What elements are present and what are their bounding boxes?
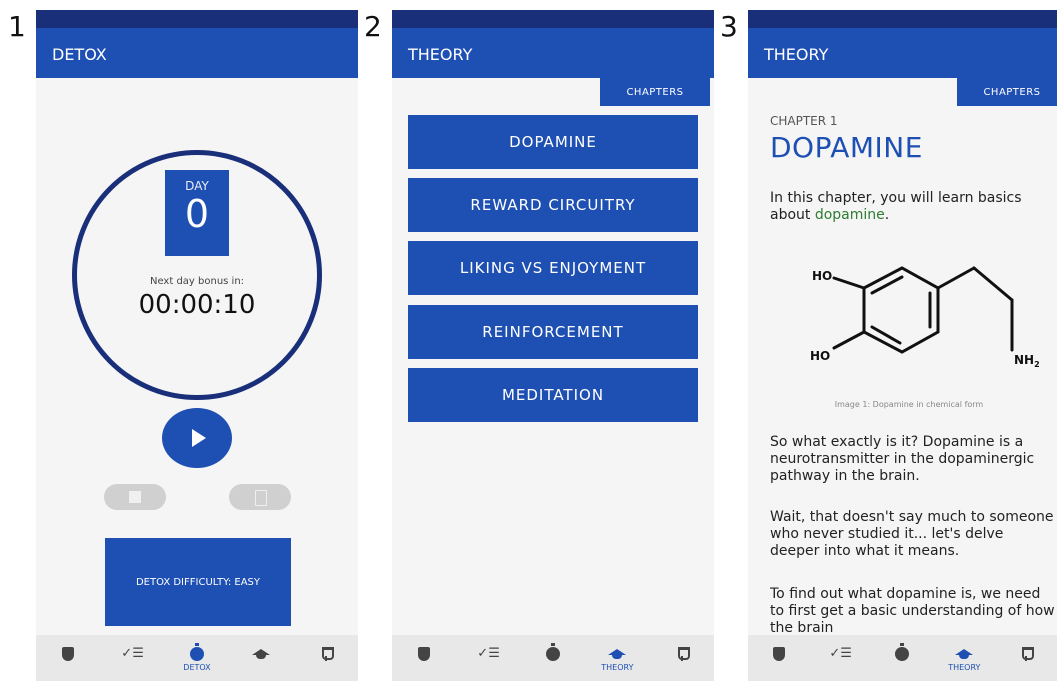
dopamine-molecule-diagram: HO HO NH2 [810,266,1040,369]
nav-item-shield[interactable] [399,647,449,661]
nh-label: NH [1014,353,1034,367]
shield-icon [772,647,785,661]
nav-item-detox[interactable] [528,643,578,661]
nav-item-theory[interactable]: THEORY [592,647,642,672]
shield-icon [62,647,75,661]
body-paragraph: Wait, that doesn't say much to someone w… [770,509,1054,559]
difficulty-button[interactable]: DETOX DIFFICULTY: EASY [105,538,291,626]
checklist-icon: ✓☰ [477,646,500,661]
chapter-button-reward-circuitry[interactable]: REWARD CIRCUITRY [408,178,698,232]
nav-item-shield[interactable] [754,647,804,661]
status-bar [392,10,714,28]
nav-item-checklist[interactable]: ✓☰ [108,647,158,661]
app-bar-title: THEORY [748,28,1057,78]
nav-item-detox[interactable] [877,643,927,661]
shield-icon [418,647,431,661]
status-bar [36,10,358,28]
intro-suffix: . [884,207,890,223]
ho-bottom-label: HO [810,349,830,363]
dopamine-link[interactable]: dopamine [815,207,885,223]
chapter-number: CHAPTER 1 [770,114,838,128]
countdown-timer: 00:00:10 [138,290,256,320]
timer-icon [895,643,910,661]
panel-number-1: 1 [8,10,26,43]
body-paragraph: To find out what dopamine is, we need to… [770,586,1055,636]
nav-item-detox[interactable]: DETOX [172,643,222,672]
nav-item-trophy[interactable] [301,647,351,661]
panel-number-3: 3 [720,10,738,43]
day-label: DAY [185,179,209,193]
nav-item-theory[interactable]: THEORY [939,647,989,672]
app-bar-title: THEORY [392,28,714,78]
chapters-tab[interactable]: CHAPTERS [957,78,1057,106]
stop-button[interactable] [104,484,166,510]
chapter-button-meditation[interactable]: MEDITATION [408,368,698,422]
trophy-icon [1021,647,1035,661]
ho-top-label: HO [812,269,832,283]
phone-screen-detox: DETOX DAY 0 Next day bonus in: 00:00:10 … [36,10,358,681]
graduation-cap-icon [608,647,627,661]
play-button[interactable] [162,408,232,468]
intro-paragraph: In this chapter, you will learn basics a… [770,190,1056,224]
delete-button[interactable] [229,484,291,510]
status-bar [748,10,1057,28]
nav-item-theory[interactable] [236,647,286,661]
nav-item-checklist[interactable]: ✓☰ [464,647,514,661]
chapter-button-dopamine[interactable]: DOPAMINE [408,115,698,169]
nav-label-theory: THEORY [948,663,981,672]
bottom-navigation: ✓☰ THEORY [748,635,1057,681]
intro-text: In this chapter, you will learn basics a… [770,190,1022,223]
trophy-icon [677,647,690,661]
trophy-icon [321,647,334,661]
checklist-icon: ✓☰ [121,646,144,661]
day-counter: DAY 0 [165,170,229,256]
bottom-navigation: ✓☰ DETOX [36,635,358,681]
phone-screen-theory-list: THEORY CHAPTERS DOPAMINE REWARD CIRCUITR… [392,10,714,681]
timer-icon [545,643,560,661]
nav-label-detox: DETOX [183,663,211,672]
chapters-tab[interactable]: CHAPTERS [600,78,710,106]
chapter-button-reinforcement[interactable]: REINFORCEMENT [408,305,698,359]
nav-label-theory: THEORY [601,663,634,672]
timer-icon [189,643,204,661]
nav-item-shield[interactable] [43,647,93,661]
app-bar-title: DETOX [36,28,358,78]
nav-item-trophy[interactable] [1001,647,1051,661]
chapter-title: DOPAMINE [770,131,923,164]
nh2-label: NH2 [1014,353,1040,369]
image-caption: Image 1: Dopamine in chemical form [834,400,984,409]
graduation-cap-icon [955,647,974,661]
nav-item-checklist[interactable]: ✓☰ [816,647,866,661]
nav-item-trophy[interactable] [657,647,707,661]
body-paragraph: So what exactly is it? Dopamine is a neu… [770,434,1035,484]
panel-number-2: 2 [364,10,382,43]
bonus-label: Next day bonus in: [149,276,245,287]
chapter-button-liking-vs-enjoyment[interactable]: LIKING VS ENJOYMENT [408,241,698,295]
graduation-cap-icon [252,647,271,661]
phone-screen-chapter: THEORY CHAPTERS CHAPTER 1 DOPAMINE In th… [748,10,1057,681]
checklist-icon: ✓☰ [829,646,852,661]
day-value: 0 [184,192,210,236]
bottom-navigation: ✓☰ THEORY [392,635,714,681]
nh2-subscript: 2 [1034,360,1040,369]
